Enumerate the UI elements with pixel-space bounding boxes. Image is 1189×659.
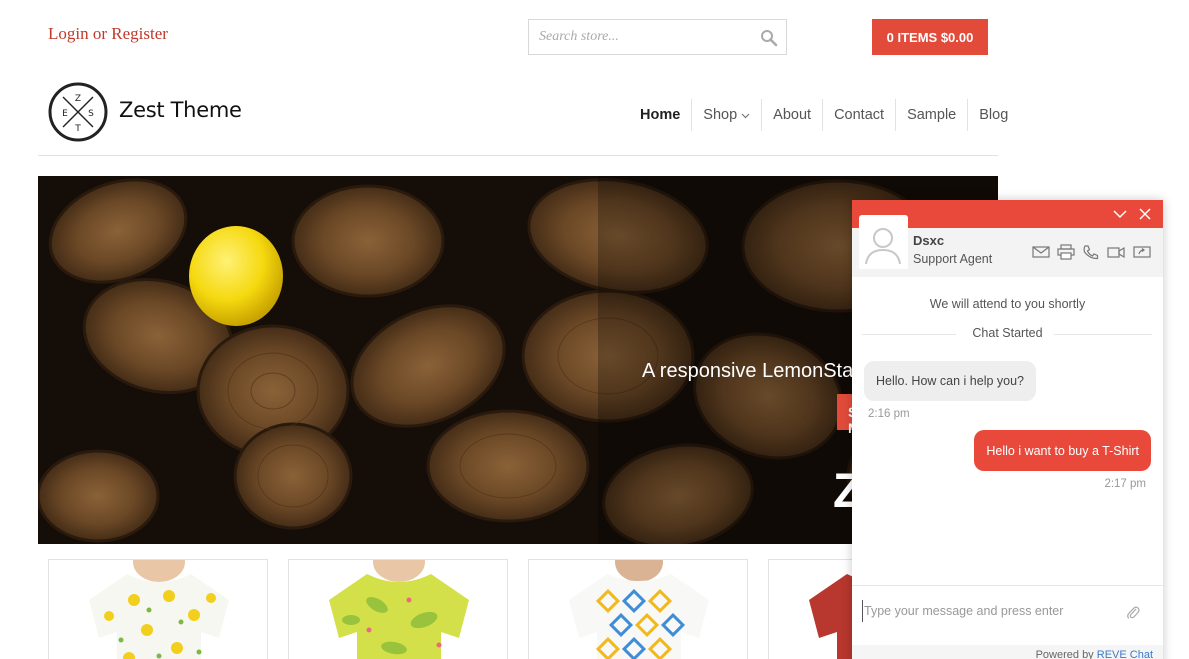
agent-message-bubble: Hello. How can i help you? xyxy=(864,361,1036,401)
attachment-icon[interactable] xyxy=(1126,604,1140,620)
logo-icon[interactable]: Z E S T xyxy=(48,82,108,142)
user-message-bubble: Hello i want to buy a T-Shirt xyxy=(974,430,1151,471)
divider xyxy=(852,585,1163,586)
nav-item-about[interactable]: About xyxy=(761,99,822,131)
nav-item-home[interactable]: Home xyxy=(629,99,691,131)
brand-name: REVE Chat xyxy=(1096,649,1153,659)
avatar-icon xyxy=(865,228,901,265)
logo-letter-right: S xyxy=(88,109,94,119)
print-icon[interactable] xyxy=(1057,244,1075,260)
product-card[interactable] xyxy=(288,559,508,659)
logo-letter-left: E xyxy=(62,109,68,119)
video-icon[interactable] xyxy=(1107,244,1125,260)
cart-button[interactable]: 0 ITEMS $0.00 xyxy=(872,19,988,55)
close-icon[interactable] xyxy=(1138,207,1152,221)
nav-item-shop[interactable]: Shop xyxy=(691,99,761,131)
agent-name: Dsxc xyxy=(913,233,945,248)
chat-message-input[interactable] xyxy=(862,600,1112,622)
nav-label: Sample xyxy=(907,107,957,123)
product-card[interactable] xyxy=(528,559,748,659)
powered-by-text: Powered by xyxy=(1035,649,1094,659)
message-timestamp: 2:17 pm xyxy=(1104,478,1146,490)
logo-text[interactable]: Zest Theme xyxy=(119,98,242,122)
nav-label: About xyxy=(773,107,812,123)
chat-widget: Dsxc Support Agent We will attend to you… xyxy=(852,200,1163,659)
lemon-print-tshirt-icon xyxy=(89,560,229,659)
logo-letter-bottom: T xyxy=(74,124,81,134)
chevron-down-icon xyxy=(741,113,750,119)
powered-by-link[interactable]: Powered by REVE Chat xyxy=(1036,649,1153,659)
logo-letter-top: Z xyxy=(75,94,81,104)
phone-icon[interactable] xyxy=(1082,244,1100,260)
product-card[interactable] xyxy=(48,559,268,659)
nav-item-contact[interactable]: Contact xyxy=(822,99,895,131)
chat-notice: We will attend to you shortly xyxy=(929,297,1086,311)
header-divider xyxy=(38,155,998,156)
search-input[interactable] xyxy=(529,20,749,54)
chat-started-label: Chat Started xyxy=(972,326,1043,340)
nav-label: Home xyxy=(640,107,681,123)
nav-label: Contact xyxy=(834,107,885,123)
search-icon[interactable] xyxy=(760,29,778,47)
email-icon[interactable] xyxy=(1032,244,1050,260)
geometric-print-tshirt-icon xyxy=(569,560,709,659)
nav-item-blog[interactable]: Blog xyxy=(967,99,1019,131)
chat-footer: Powered by REVE Chat xyxy=(852,645,1163,659)
minimize-chevron-icon[interactable] xyxy=(1113,207,1127,221)
message-timestamp: 2:16 pm xyxy=(868,408,910,420)
search-box xyxy=(528,19,787,55)
green-leaf-print-tshirt-icon xyxy=(329,560,469,659)
main-nav: Home Shop About Contact Sample Blog xyxy=(629,99,1019,131)
agent-role: Support Agent xyxy=(913,252,993,266)
login-register-link[interactable]: Login or Register xyxy=(48,24,168,44)
screen-share-icon[interactable] xyxy=(1133,244,1151,260)
nav-label: Blog xyxy=(979,107,1009,123)
nav-label: Shop xyxy=(703,107,738,123)
nav-item-sample[interactable]: Sample xyxy=(895,99,967,131)
